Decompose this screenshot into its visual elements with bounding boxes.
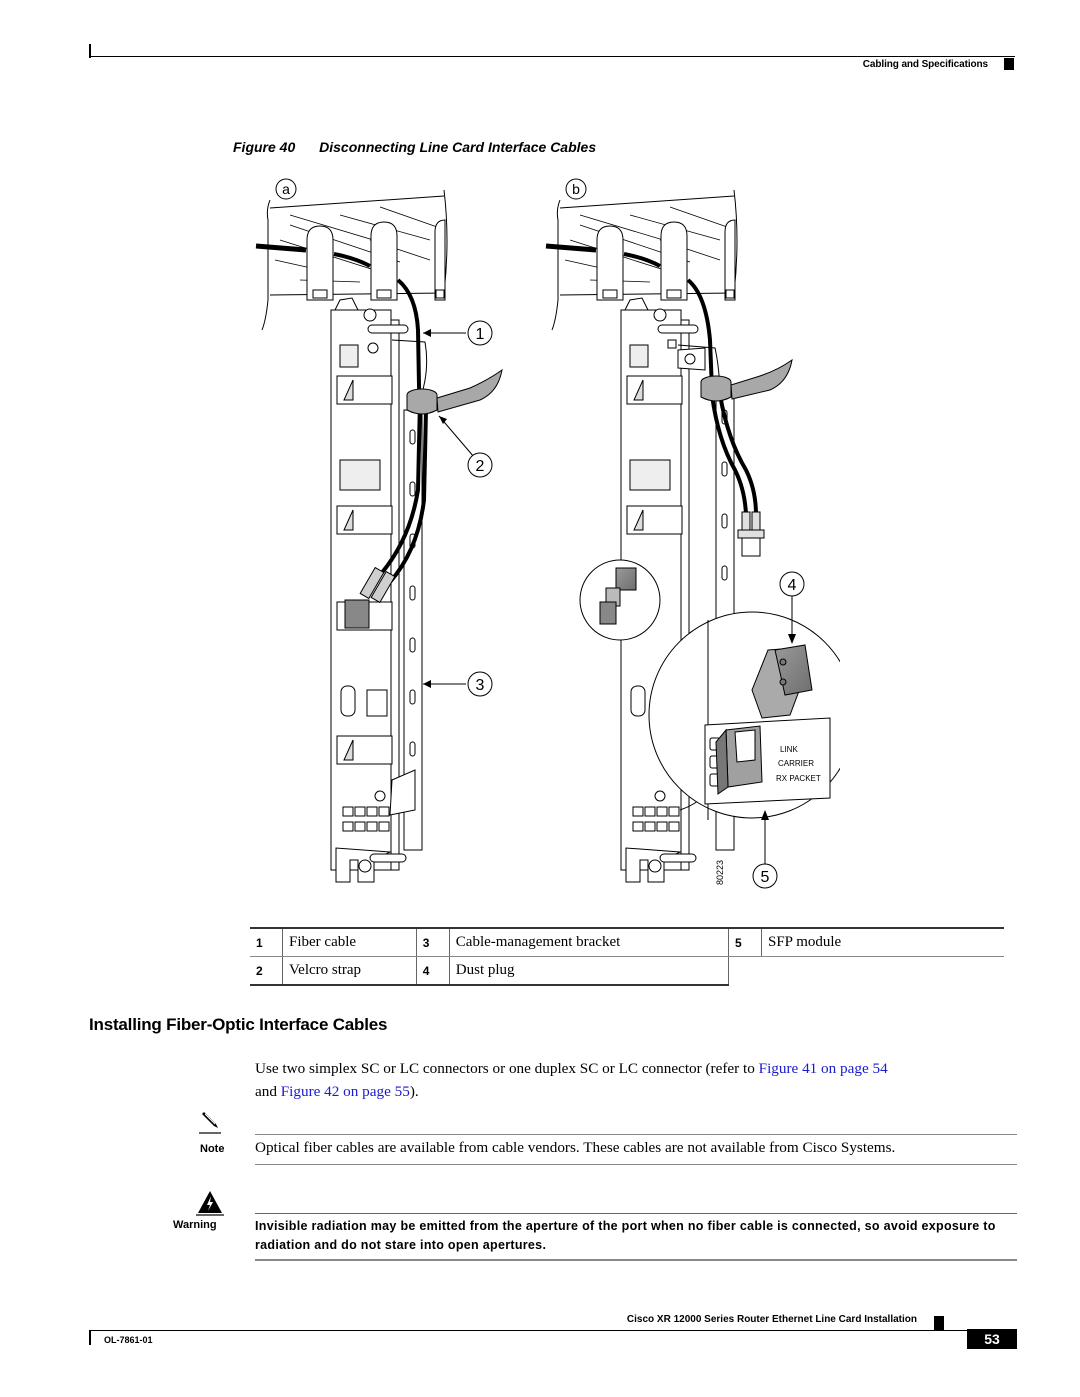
document-id: OL-7861-01 bbox=[104, 1335, 153, 1345]
section-heading: Installing Fiber-Optic Interface Cables bbox=[89, 1015, 388, 1034]
running-header: Cabling and Specifications bbox=[862, 59, 988, 70]
footer-title: Cisco XR 12000 Series Router Ethernet Li… bbox=[626, 1314, 917, 1325]
footer-marker bbox=[934, 1316, 944, 1330]
svg-text:2: 2 bbox=[476, 458, 485, 475]
svg-text:RX PACKET: RX PACKET bbox=[776, 774, 821, 783]
intro-text: ). bbox=[409, 1083, 419, 1100]
legend-label: Velcro strap bbox=[282, 956, 417, 986]
header-marker bbox=[1004, 58, 1014, 70]
callout-3: 3 bbox=[423, 671, 493, 697]
legend-num: 4 bbox=[416, 956, 450, 986]
warning-lightning-icon bbox=[196, 1190, 224, 1221]
legend-label: Fiber cable bbox=[282, 927, 417, 957]
pencil-note-icon bbox=[199, 1112, 223, 1139]
legend-empty bbox=[762, 957, 1005, 986]
panel-b-label: b bbox=[572, 181, 580, 197]
warning-label: Warning bbox=[173, 1219, 217, 1231]
figure-legend: 1 Fiber cable 3 Cable-management bracket… bbox=[250, 927, 1004, 986]
figure-number: Figure 40 bbox=[233, 139, 296, 155]
intro-and: and bbox=[255, 1083, 281, 1100]
svg-text:3: 3 bbox=[476, 677, 485, 694]
art-id: 80223 bbox=[715, 860, 725, 885]
footer-rule bbox=[89, 1330, 969, 1331]
callout-5: 5 bbox=[752, 810, 778, 889]
svg-text:CARRIER: CARRIER bbox=[778, 759, 814, 768]
header-rule bbox=[89, 56, 1015, 57]
note-rule-top bbox=[255, 1134, 1017, 1135]
panel-a: a 1 2 3 bbox=[255, 178, 503, 883]
note-rule-bottom bbox=[255, 1164, 1017, 1165]
panel-a-label: a bbox=[282, 181, 290, 197]
legend-num: 5 bbox=[728, 927, 762, 957]
warning-text: Invisible radiation may be emitted from … bbox=[255, 1219, 996, 1252]
legend-label: SFP module bbox=[761, 927, 1004, 957]
link-figure-41[interactable]: Figure 41 on page 54 bbox=[759, 1060, 888, 1077]
inset-small bbox=[579, 559, 661, 641]
intro-text: Use two simplex SC or LC connectors or o… bbox=[255, 1060, 759, 1077]
note-text: Optical fiber cables are available from … bbox=[255, 1139, 896, 1156]
legend-num: 2 bbox=[250, 956, 283, 986]
svg-text:LINK: LINK bbox=[780, 745, 798, 754]
legend-empty bbox=[729, 957, 762, 986]
link-figure-42[interactable]: Figure 42 on page 55 bbox=[281, 1083, 410, 1100]
legend-num: 3 bbox=[416, 927, 450, 957]
panel-b: b LINK CARRIER RX PACKET 4 5 80223 bbox=[545, 178, 863, 889]
warning-rule-top bbox=[255, 1213, 1017, 1214]
warning-rule-bottom bbox=[255, 1259, 1017, 1261]
legend-label: Dust plug bbox=[448, 956, 730, 986]
figure-title: Disconnecting Line Card Interface Cables bbox=[319, 139, 597, 155]
page-number: 53 bbox=[967, 1329, 1017, 1349]
figure-caption: Figure 40 Disconnecting Line Card Interf… bbox=[233, 139, 596, 155]
intro-paragraph: Use two simplex SC or LC connectors or o… bbox=[255, 1057, 1025, 1103]
svg-text:1: 1 bbox=[476, 326, 485, 343]
note-label: Note bbox=[200, 1143, 225, 1155]
footer-rule-vertical bbox=[89, 1331, 91, 1345]
legend-label: Cable-management bracket bbox=[448, 927, 730, 957]
svg-text:4: 4 bbox=[788, 577, 797, 594]
callout-1: 1 bbox=[423, 320, 493, 346]
card-port bbox=[336, 375, 393, 405]
legend-num: 1 bbox=[250, 927, 283, 957]
svg-text:5: 5 bbox=[761, 869, 770, 886]
figure-illustration: a 1 2 3 b LINK CARRIER RX PACKET 4 5 802… bbox=[240, 170, 863, 900]
callout-2: 2 bbox=[438, 415, 493, 478]
